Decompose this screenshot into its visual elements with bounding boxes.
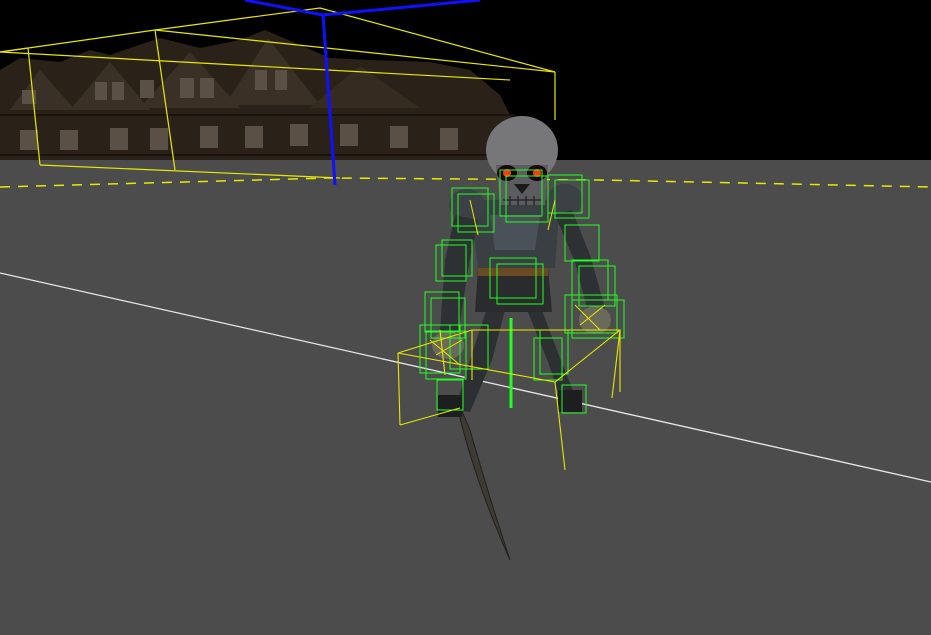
game-viewport[interactable] [0, 0, 931, 635]
scene-canvas [0, 0, 931, 635]
